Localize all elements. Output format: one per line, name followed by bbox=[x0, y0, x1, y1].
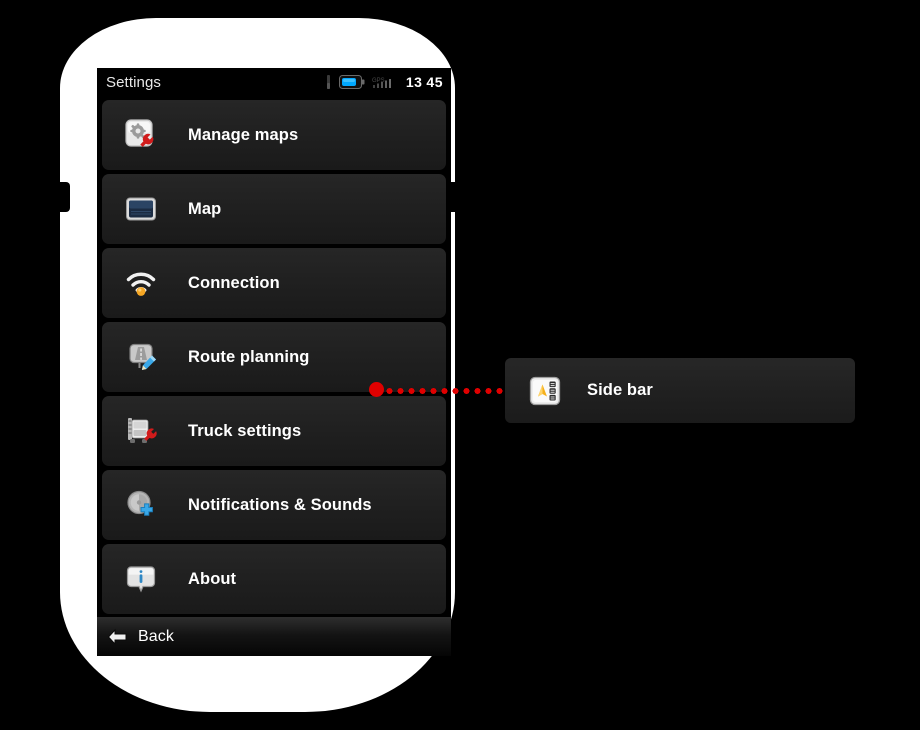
about-info-icon bbox=[124, 562, 158, 596]
page-title: Settings bbox=[106, 73, 161, 91]
callout-side-bar[interactable]: Side bar bbox=[505, 358, 855, 423]
side-bar-icon bbox=[529, 375, 561, 407]
list-item-label: Notifications & Sounds bbox=[188, 495, 372, 514]
screenshot-root: Settings GPS 13 45 Manage maps Map Conne… bbox=[0, 0, 920, 730]
list-item-about[interactable]: About bbox=[102, 544, 446, 614]
route-planning-icon bbox=[124, 340, 158, 374]
connector-dotted-line bbox=[384, 388, 506, 394]
list-item-manage-maps[interactable]: Manage maps bbox=[102, 100, 446, 170]
status-bar: Settings GPS 13 45 bbox=[97, 68, 451, 96]
back-button[interactable]: Back bbox=[97, 616, 451, 656]
list-item-route-planning[interactable]: Route planning bbox=[102, 322, 446, 392]
list-item-map[interactable]: Map bbox=[102, 174, 446, 244]
clock-hours: 13 bbox=[405, 74, 423, 90]
status-bar-clock: 13 45 bbox=[406, 74, 443, 90]
list-item-label: Truck settings bbox=[188, 421, 302, 440]
list-item-connection[interactable]: Connection bbox=[102, 248, 446, 318]
back-button-label: Back bbox=[138, 627, 174, 645]
callout-label: Side bar bbox=[587, 381, 653, 399]
battery-icon bbox=[338, 75, 365, 89]
gps-signal-icon: GPS bbox=[372, 78, 391, 88]
list-item-notifications-sounds[interactable]: Notifications & Sounds bbox=[102, 470, 446, 540]
list-item-label: Route planning bbox=[188, 347, 310, 366]
signal-bar-icon bbox=[326, 75, 330, 89]
device-screen: Settings GPS 13 45 Manage maps Map Conne… bbox=[97, 68, 451, 656]
connector-anchor-dot bbox=[369, 382, 384, 397]
list-item-label: Map bbox=[188, 199, 222, 218]
list-item-label: Manage maps bbox=[188, 125, 299, 144]
list-item-truck-settings[interactable]: Truck settings bbox=[102, 396, 446, 466]
list-item-label: About bbox=[188, 569, 237, 588]
device-notch-left bbox=[60, 182, 70, 212]
map-screen-icon bbox=[124, 192, 158, 226]
notifications-sounds-icon bbox=[124, 488, 158, 522]
manage-maps-icon bbox=[124, 118, 158, 152]
status-bar-icons: GPS 13 45 bbox=[325, 74, 443, 90]
settings-list: Manage maps Map Connection Route plannin… bbox=[97, 96, 451, 616]
list-item-label: Connection bbox=[188, 273, 280, 292]
truck-settings-icon bbox=[124, 414, 158, 448]
back-arrow-icon bbox=[107, 628, 127, 645]
clock-minutes: 45 bbox=[426, 74, 443, 90]
wifi-connection-icon bbox=[124, 266, 158, 300]
